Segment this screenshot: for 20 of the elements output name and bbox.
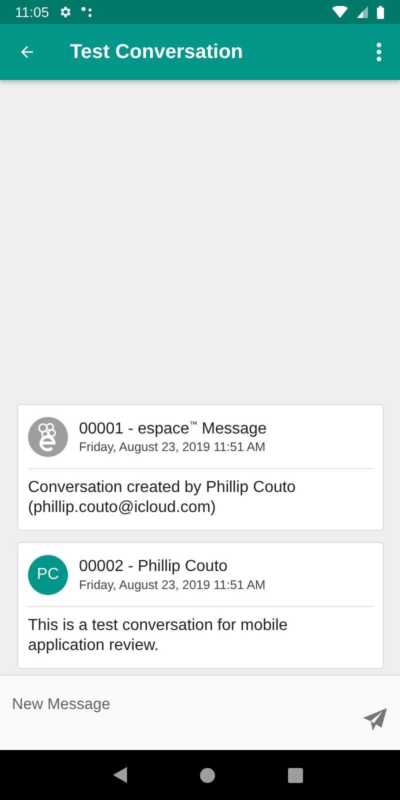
message-title: 00001 - espace$^{™}$ Message [79,420,267,438]
back-nav-icon[interactable] [112,767,127,783]
wifi-icon [332,6,348,18]
send-icon [362,707,388,733]
status-time: 11:05 [15,4,49,20]
home-nav-icon[interactable] [200,768,215,782]
screen-title: Test Conversation [70,40,244,64]
message-text: Conversation created by Phillip Couto (phillip.couto@icloud.com) [28,478,297,518]
message-date: Friday, August 23, 2019 11:51 AM [79,440,266,454]
recents-nav-icon[interactable] [288,768,304,782]
message-date: Friday, August 23, 2019 11:51 AM [79,578,266,592]
message-text: This is a test conversation for mobile application review. [28,616,289,656]
more-options-icon [376,42,382,62]
message-title: 00002 - Phillip Couto [79,558,229,576]
logo-avatar [28,417,68,457]
initials-avatar: PC [28,555,68,595]
signal-icon [357,6,368,18]
battery-icon [377,6,384,18]
dots-icon [81,6,93,18]
settings-icon [58,5,72,19]
